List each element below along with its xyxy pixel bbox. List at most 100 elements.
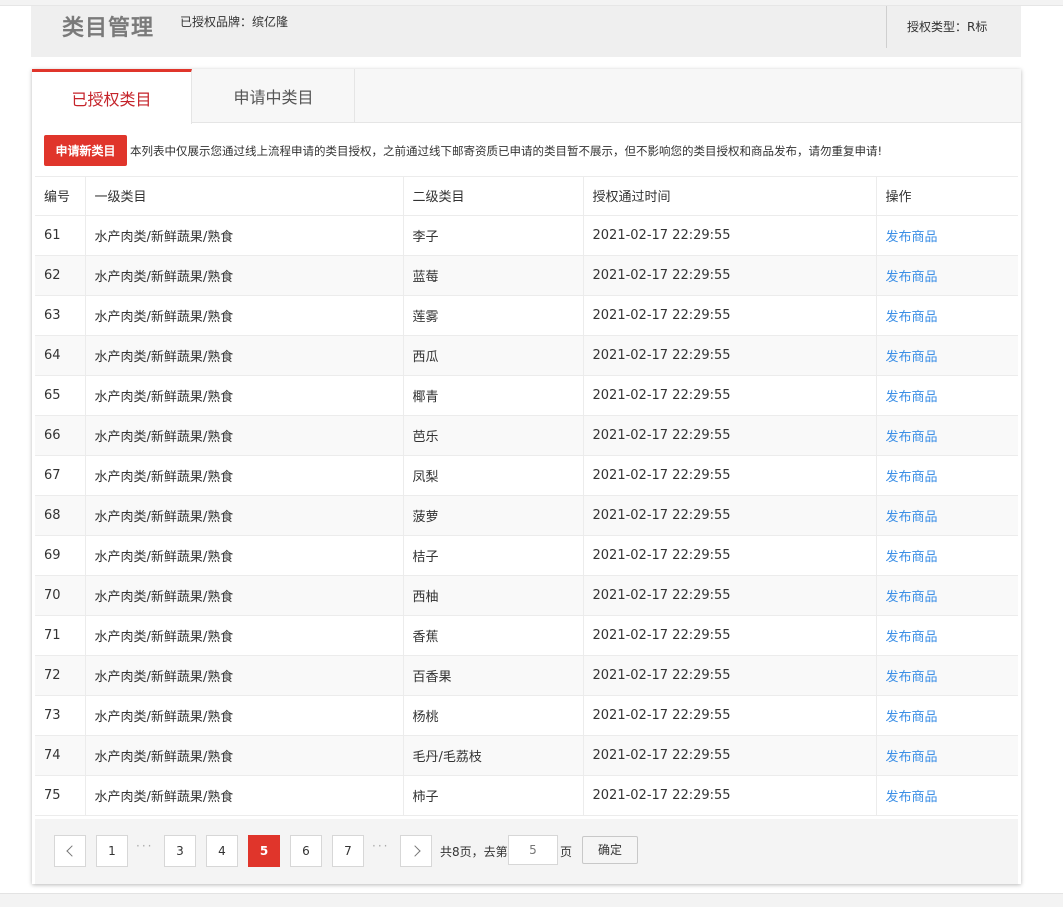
page-button-5-current[interactable]: 5 bbox=[248, 835, 280, 867]
cell-level1-category: 水产肉类/新鲜蔬果/熟食 bbox=[85, 735, 404, 776]
publish-product-link[interactable]: 发布商品 bbox=[886, 390, 938, 405]
cell-action: 发布商品 bbox=[876, 495, 1018, 536]
cell-approved-time: 2021-02-17 22:29:55 bbox=[583, 255, 877, 296]
cell-action: 发布商品 bbox=[876, 655, 1018, 696]
cell-id: 71 bbox=[35, 615, 86, 656]
page-header: 类目管理 已授权品牌：缤亿隆 授权类型：R标 bbox=[31, 6, 1021, 57]
goto-confirm-button[interactable]: 确定 bbox=[582, 836, 638, 864]
cell-level2-category: 蓝莓 bbox=[403, 255, 584, 296]
column-header-time: 授权通过时间 bbox=[583, 177, 877, 216]
authorized-brand: 已授权品牌：缤亿隆 bbox=[180, 15, 289, 29]
cell-id: 64 bbox=[35, 335, 86, 376]
cell-approved-time: 2021-02-17 22:29:55 bbox=[583, 655, 877, 696]
cell-action: 发布商品 bbox=[876, 575, 1018, 616]
cell-action: 发布商品 bbox=[876, 215, 1018, 256]
publish-product-link[interactable]: 发布商品 bbox=[886, 590, 938, 605]
cell-action: 发布商品 bbox=[876, 415, 1018, 456]
cell-level1-category: 水产肉类/新鲜蔬果/熟食 bbox=[85, 495, 404, 536]
table-row: 70 水产肉类/新鲜蔬果/熟食 西柚 2021-02-17 22:29:55 发布商品 bbox=[35, 575, 1018, 616]
table-row: 66 水产肉类/新鲜蔬果/熟食 芭乐 2021-02-17 22:29:55 发布商品 bbox=[35, 415, 1018, 456]
prev-page-button[interactable] bbox=[54, 835, 86, 867]
publish-product-link[interactable]: 发布商品 bbox=[886, 790, 938, 805]
pagination-ellipsis-right: ··· bbox=[372, 839, 390, 853]
apply-new-category-button[interactable]: 申请新类目 bbox=[44, 135, 127, 166]
cell-level1-category: 水产肉类/新鲜蔬果/熟食 bbox=[85, 415, 404, 456]
publish-product-link[interactable]: 发布商品 bbox=[886, 670, 938, 685]
cell-level1-category: 水产肉类/新鲜蔬果/熟食 bbox=[85, 535, 404, 576]
page: 类目管理 已授权品牌：缤亿隆 授权类型：R标 已授权类目 申请中类目 申请新类目… bbox=[0, 0, 1063, 907]
cell-level1-category: 水产肉类/新鲜蔬果/熟食 bbox=[85, 335, 404, 376]
publish-product-link[interactable]: 发布商品 bbox=[886, 510, 938, 525]
tab-bar: 已授权类目 申请中类目 bbox=[32, 69, 1021, 124]
cell-level2-category: 菠萝 bbox=[403, 495, 584, 536]
publish-product-link[interactable]: 发布商品 bbox=[886, 470, 938, 485]
cell-action: 发布商品 bbox=[876, 615, 1018, 656]
cell-action: 发布商品 bbox=[876, 735, 1018, 776]
publish-product-link[interactable]: 发布商品 bbox=[886, 350, 938, 365]
cell-id: 72 bbox=[35, 655, 86, 696]
page-button-7[interactable]: 7 bbox=[332, 835, 364, 867]
table-row: 67 水产肉类/新鲜蔬果/熟食 凤梨 2021-02-17 22:29:55 发布商品 bbox=[35, 455, 1018, 496]
cell-approved-time: 2021-02-17 22:29:55 bbox=[583, 335, 877, 376]
cell-level1-category: 水产肉类/新鲜蔬果/熟食 bbox=[85, 695, 404, 736]
page-button-1[interactable]: 1 bbox=[96, 835, 128, 867]
table-header-row: 编号 一级类目 二级类目 授权通过时间 操作 bbox=[35, 177, 1018, 216]
cell-id: 63 bbox=[35, 295, 86, 336]
cell-approved-time: 2021-02-17 22:29:55 bbox=[583, 495, 877, 536]
publish-product-link[interactable]: 发布商品 bbox=[886, 230, 938, 245]
cell-level2-category: 凤梨 bbox=[403, 455, 584, 496]
table-row: 74 水产肉类/新鲜蔬果/熟食 毛丹/毛荔枝 2021-02-17 22:29:55 发… bbox=[35, 735, 1018, 776]
cell-level1-category: 水产肉类/新鲜蔬果/熟食 bbox=[85, 655, 404, 696]
cell-level1-category: 水产肉类/新鲜蔬果/熟食 bbox=[85, 255, 404, 296]
cell-approved-time: 2021-02-17 22:29:55 bbox=[583, 735, 877, 776]
publish-product-link[interactable]: 发布商品 bbox=[886, 630, 938, 645]
cell-level2-category: 西瓜 bbox=[403, 335, 584, 376]
cell-action: 发布商品 bbox=[876, 375, 1018, 416]
publish-product-link[interactable]: 发布商品 bbox=[886, 710, 938, 725]
cell-approved-time: 2021-02-17 22:29:55 bbox=[583, 215, 877, 256]
cell-level1-category: 水产肉类/新鲜蔬果/熟食 bbox=[85, 455, 404, 496]
total-pages-text: 共8页，去第 bbox=[440, 845, 508, 859]
publish-product-link[interactable]: 发布商品 bbox=[886, 310, 938, 325]
cell-id: 65 bbox=[35, 375, 86, 416]
chevron-left-icon bbox=[65, 845, 78, 857]
cell-approved-time: 2021-02-17 22:29:55 bbox=[583, 295, 877, 336]
cell-level2-category: 桔子 bbox=[403, 535, 584, 576]
tab-authorized-categories[interactable]: 已授权类目 bbox=[32, 69, 192, 124]
cell-id: 74 bbox=[35, 735, 86, 776]
publish-product-link[interactable]: 发布商品 bbox=[886, 270, 938, 285]
tab-panel: 申请新类目 本列表中仅展示您通过线上流程申请的类目授权，之前通过线下邮寄资质已申… bbox=[35, 125, 1018, 884]
cell-level1-category: 水产肉类/新鲜蔬果/熟食 bbox=[85, 615, 404, 656]
pagination-ellipsis-left: ··· bbox=[136, 839, 154, 853]
cell-id: 75 bbox=[35, 775, 86, 816]
cell-approved-time: 2021-02-17 22:29:55 bbox=[583, 615, 877, 656]
table-body: 61 水产肉类/新鲜蔬果/熟食 李子 2021-02-17 22:29:55 发布商品 6… bbox=[35, 215, 1018, 816]
table-row: 62 水产肉类/新鲜蔬果/熟食 蓝莓 2021-02-17 22:29:55 发布商品 bbox=[35, 255, 1018, 296]
next-page-button[interactable] bbox=[400, 835, 432, 867]
goto-page-input[interactable] bbox=[508, 835, 558, 865]
publish-product-link[interactable]: 发布商品 bbox=[886, 550, 938, 565]
cell-level1-category: 水产肉类/新鲜蔬果/熟食 bbox=[85, 775, 404, 816]
page-title: 类目管理 bbox=[62, 16, 155, 41]
page-button-4[interactable]: 4 bbox=[206, 835, 238, 867]
publish-product-link[interactable]: 发布商品 bbox=[886, 750, 938, 765]
table-row: 65 水产肉类/新鲜蔬果/熟食 椰青 2021-02-17 22:29:55 发布商品 bbox=[35, 375, 1018, 416]
page-unit-label: 页 bbox=[560, 845, 573, 859]
cell-level1-category: 水产肉类/新鲜蔬果/熟食 bbox=[85, 215, 404, 256]
table-row: 69 水产肉类/新鲜蔬果/熟食 桔子 2021-02-17 22:29:55 发布商品 bbox=[35, 535, 1018, 576]
publish-product-link[interactable]: 发布商品 bbox=[886, 430, 938, 445]
cell-action: 发布商品 bbox=[876, 455, 1018, 496]
tab-pending-categories[interactable]: 申请中类目 bbox=[193, 69, 355, 123]
cell-id: 61 bbox=[35, 215, 86, 256]
cell-id: 67 bbox=[35, 455, 86, 496]
page-button-3[interactable]: 3 bbox=[164, 835, 196, 867]
header-divider bbox=[886, 6, 887, 48]
cell-level2-category: 毛丹/毛荔枝 bbox=[403, 735, 584, 776]
cell-approved-time: 2021-02-17 22:29:55 bbox=[583, 535, 877, 576]
cell-approved-time: 2021-02-17 22:29:55 bbox=[583, 775, 877, 816]
cell-action: 发布商品 bbox=[876, 335, 1018, 376]
page-button-6[interactable]: 6 bbox=[290, 835, 322, 867]
column-header-id: 编号 bbox=[35, 177, 86, 216]
cell-level2-category: 百香果 bbox=[403, 655, 584, 696]
cell-approved-time: 2021-02-17 22:29:55 bbox=[583, 375, 877, 416]
